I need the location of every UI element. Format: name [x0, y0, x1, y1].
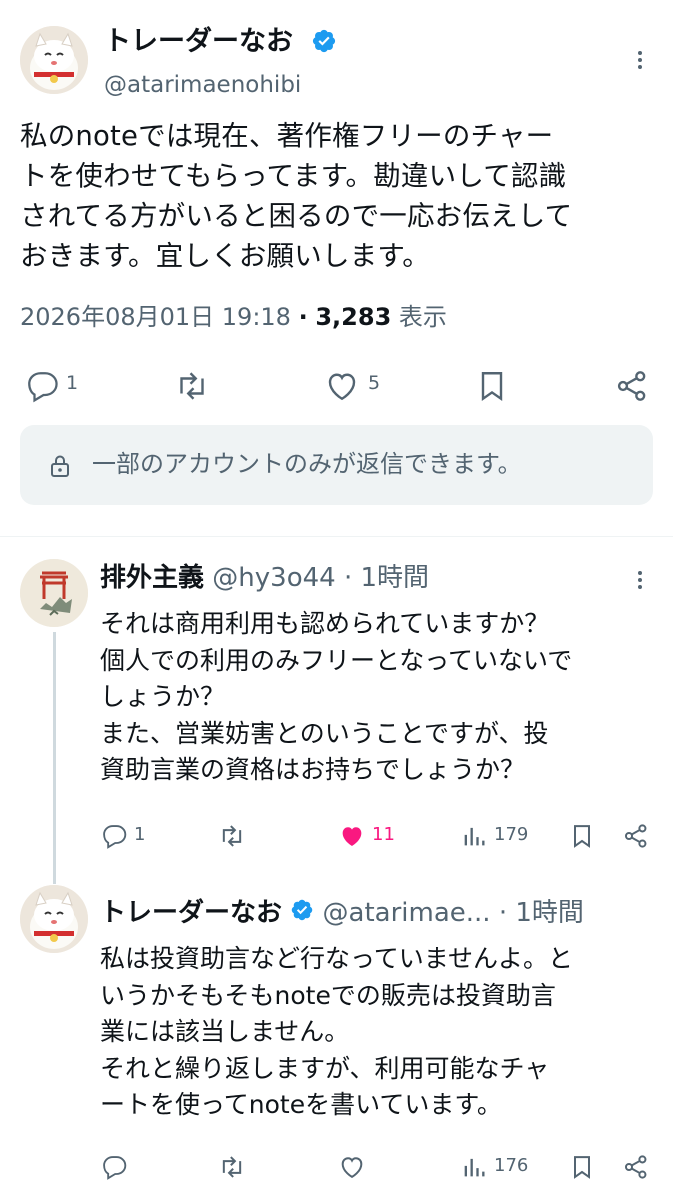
author-handle[interactable]: @hy3o44 — [212, 563, 335, 593]
divider — [0, 536, 673, 537]
avatar[interactable] — [20, 559, 88, 627]
post-text: 私は投資助言など行なっていませんよ。と いうかそもそもnoteでの販売は投資助言… — [100, 944, 574, 1119]
like-icon[interactable] — [324, 368, 360, 404]
view-count: 179 — [494, 824, 529, 845]
share-icon[interactable] — [622, 1153, 650, 1181]
views-icon[interactable] — [460, 822, 488, 850]
views-icon[interactable] — [460, 1153, 488, 1181]
reply-icon[interactable] — [100, 1153, 128, 1181]
reply-icon[interactable] — [24, 368, 60, 404]
post-time[interactable]: · 1時間 — [344, 563, 429, 593]
post-time[interactable]: · 1時間 — [499, 898, 584, 928]
retweet-icon[interactable] — [218, 1153, 246, 1181]
verified-badge-icon — [311, 28, 337, 58]
author-handle[interactable]: @atarimaenohibi — [104, 70, 301, 100]
avatar[interactable] — [20, 26, 88, 94]
reply-header: 排外主義 @hy3o44 · 1時間 — [100, 560, 429, 596]
bookmark-icon[interactable] — [568, 822, 596, 850]
reply-count: 1 — [134, 824, 146, 845]
retweet-icon[interactable] — [218, 822, 246, 850]
reply-restriction-banner: 一部のアカウントのみが返信できます。 — [20, 425, 653, 505]
author-name[interactable]: 排外主義 — [100, 563, 204, 593]
meta-separator: · — [298, 303, 308, 331]
bookmark-icon[interactable] — [474, 368, 510, 404]
reply-post: 排外主義 @hy3o44 · 1時間 それは商用利用も認められていますか？ 個人… — [0, 540, 673, 884]
thread-line — [53, 632, 56, 884]
view-label: 表示 — [398, 303, 447, 331]
lock-icon — [48, 453, 72, 479]
reply-header: トレーダーなお @atarimae... · 1時間 — [100, 895, 584, 932]
view-count[interactable]: 3,283 — [315, 303, 391, 331]
post-meta: 2026年08月01日 19:18 · 3,283 表示 — [20, 300, 447, 334]
verified-badge-icon — [290, 896, 314, 932]
reply-restriction-text: 一部のアカウントのみが返信できます。 — [92, 450, 522, 478]
like-count: 5 — [368, 372, 381, 394]
like-count: 11 — [372, 824, 395, 845]
timestamp[interactable]: 2026年08月01日 19:18 — [20, 303, 291, 331]
avatar[interactable] — [20, 885, 88, 953]
main-post: トレーダーなお @atarimaenohibi 私のnoteでは現在、著作権フリ… — [0, 0, 673, 520]
view-count: 176 — [494, 1155, 529, 1176]
more-icon[interactable] — [628, 568, 652, 592]
bookmark-icon[interactable] — [568, 1153, 596, 1181]
post-text: 私のnoteでは現在、著作権フリーのチャー トを使わせてもらってます。勘違いして… — [20, 120, 573, 272]
author-handle[interactable]: @atarimae... — [323, 898, 491, 928]
author-name[interactable]: トレーダーなお — [104, 24, 293, 60]
reply-count: 1 — [66, 372, 79, 394]
like-icon[interactable] — [338, 822, 366, 850]
reply-icon[interactable] — [100, 822, 128, 850]
author-name[interactable]: トレーダーなお — [100, 898, 282, 928]
post-text: それは商用利用も認められていますか？ 個人での利用のみフリーとなっていないで し… — [100, 609, 573, 784]
share-icon[interactable] — [622, 822, 650, 850]
like-icon[interactable] — [338, 1153, 366, 1181]
share-icon[interactable] — [614, 368, 650, 404]
more-icon[interactable] — [628, 48, 652, 72]
retweet-icon[interactable] — [174, 368, 210, 404]
reply-post: トレーダーなお @atarimae... · 1時間 私は投資助言など行なってい… — [0, 875, 673, 1200]
